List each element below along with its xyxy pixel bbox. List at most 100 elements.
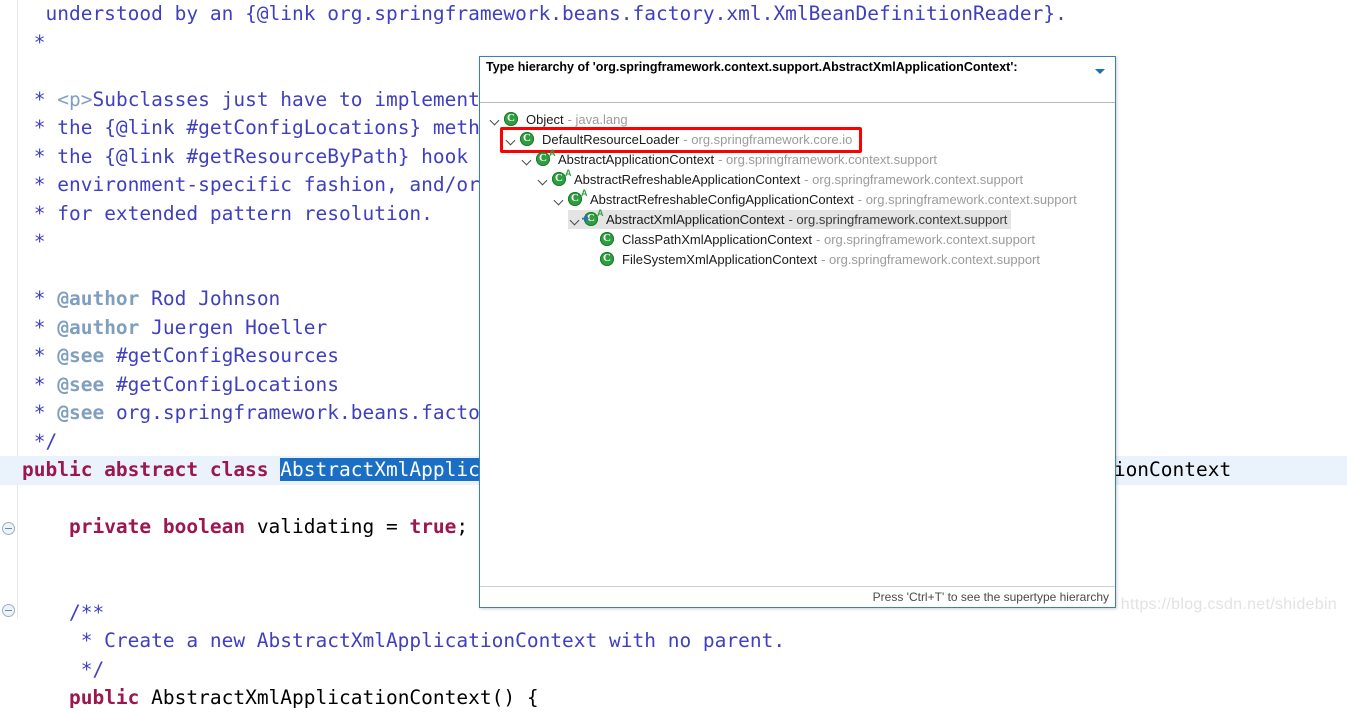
hierarchy-type-package: - org.springframework.context.support	[816, 231, 1035, 247]
hierarchy-type-package: - org.springframework.context.support	[857, 191, 1077, 207]
popup-status-bar: Press 'Ctrl+T' to see the supertype hier…	[480, 586, 1115, 607]
code-token: ;	[456, 515, 469, 538]
code-line[interactable]: *	[0, 29, 1347, 58]
hierarchy-tree-row[interactable]: C A AbstractRefreshableConfigApplicationCo…	[480, 188, 1115, 209]
abstract-marker-icon: A	[565, 168, 572, 178]
java-class-icon: C	[519, 131, 535, 147]
hierarchy-tree-row[interactable]: C FileSystemXmlApplicationContext - org.sp…	[480, 249, 1115, 269]
hierarchy-type-name: Object	[526, 111, 564, 127]
chevron-down-icon[interactable]	[568, 210, 583, 229]
code-token: */	[80, 657, 105, 681]
hierarchy-tree-row[interactable]: C A AbstractRefreshableApplicationContext -…	[480, 168, 1115, 189]
class-icon-letter: C	[507, 112, 515, 124]
hierarchy-type-package: - java.lang	[567, 111, 628, 127]
hierarchy-type-package: - org.springframework.context.support	[821, 251, 1041, 267]
hierarchy-type-name: AbstractRefreshableConfigApplicationCont…	[590, 191, 854, 207]
code-token: @author	[57, 315, 140, 339]
code-token: *	[33, 372, 58, 396]
hierarchy-row-content[interactable]: C Object - java.lang	[488, 110, 632, 129]
code-token: *	[33, 344, 58, 367]
abstract-marker-icon: A	[597, 208, 604, 218]
code-token: validating	[256, 515, 375, 538]
hierarchy-type-name: AbstractRefreshableApplicationContext	[574, 171, 801, 187]
code-token: #getConfigResources	[104, 344, 340, 367]
code-token: * for extended pattern resolution.	[33, 201, 433, 225]
class-icon-letter: C	[603, 232, 611, 244]
hierarchy-tree-row[interactable]: C ClassPathXmlApplicationContext - org.spr…	[480, 229, 1115, 249]
code-token: * Create a new AbstractXmlApplicationCon…	[80, 629, 786, 652]
code-token: *	[33, 87, 58, 111]
code-token: @see	[57, 372, 105, 396]
code-token: */	[33, 429, 58, 453]
code-token: public abstract class	[22, 458, 281, 481]
java-abstract-class-override-icon: CA	[583, 208, 604, 227]
code-line[interactable]: understood by an {@link org.springframew…	[0, 0, 1347, 29]
hierarchy-tree-row[interactable]: C Object - java.lang	[480, 109, 1115, 129]
code-token: private boolean	[68, 515, 257, 538]
hierarchy-tree[interactable]: C Object - java.lang C DefaultResourceLoader…	[480, 103, 1115, 603]
code-token: Juergen Hoeller	[139, 315, 328, 339]
java-class-icon: C	[599, 251, 615, 267]
chevron-down-icon[interactable]	[520, 150, 535, 169]
code-token: AbstractXmlApplicationContext() {	[151, 686, 539, 709]
java-abstract-class-icon: CA	[551, 168, 572, 187]
code-token: @see	[57, 344, 105, 367]
watermark: https://blog.csdn.net/shidebin	[1120, 596, 1337, 613]
class-icon-letter: C	[523, 132, 531, 144]
code-token: *	[33, 315, 58, 339]
hierarchy-filter-input[interactable]	[482, 80, 1102, 100]
hierarchy-type-name: ClassPathXmlApplicationContext	[622, 231, 813, 247]
abstract-marker-icon: A	[549, 148, 556, 158]
hierarchy-type-name: AbstractApplicationContext	[558, 151, 715, 167]
chevron-down-icon[interactable]	[552, 190, 567, 209]
chevron-down-icon[interactable]	[1095, 69, 1105, 74]
hierarchy-row-content[interactable]: C ClassPathXmlApplicationContext - org.spr…	[584, 230, 1039, 249]
code-token: *	[33, 30, 46, 54]
abstract-marker-icon: A	[581, 188, 588, 198]
java-class-icon: C	[599, 231, 615, 247]
hierarchy-type-name: AbstractXmlApplicationContext	[606, 211, 785, 227]
hierarchy-row-content[interactable]: C A AbstractRefreshableApplicationContext -…	[536, 168, 1027, 189]
code-token: true	[409, 515, 457, 538]
class-icon-letter: C	[603, 252, 611, 264]
popup-title: Type hierarchy of 'org.springframework.c…	[486, 60, 1018, 74]
hierarchy-type-package: - org.springframework.context.support	[804, 171, 1024, 187]
chevron-down-icon[interactable]	[536, 170, 551, 189]
code-token: *	[33, 401, 58, 424]
java-abstract-class-icon: CA	[535, 148, 556, 167]
hierarchy-row-content[interactable]: C A AbstractRefreshableConfigApplicationCo…	[552, 188, 1081, 209]
code-token: =	[374, 515, 410, 538]
hierarchy-type-package: - org.springframework.context.support	[718, 151, 938, 167]
code-token: #getConfigLocations	[104, 372, 340, 396]
code-token: @author	[57, 287, 140, 310]
hierarchy-type-package: - org.springframework.core.io	[683, 131, 853, 147]
hierarchy-tree-row[interactable]: C DefaultResourceLoader - org.springframew…	[480, 129, 1115, 149]
hierarchy-type-name: DefaultResourceLoader	[542, 131, 680, 147]
chevron-down-icon[interactable]	[504, 130, 519, 149]
code-line[interactable]: public AbstractXmlApplicationContext() {	[0, 684, 1347, 713]
code-line[interactable]: * Create a new AbstractXmlApplicationCon…	[0, 627, 1347, 656]
hierarchy-tree-row[interactable]: C A AbstractApplicationContext - org.spring…	[480, 148, 1115, 169]
code-token: public	[68, 686, 152, 709]
code-token: *	[33, 287, 58, 310]
code-token: Rod Johnson	[139, 287, 281, 310]
hierarchy-row-content[interactable]: C DefaultResourceLoader - org.springframew…	[504, 130, 856, 149]
java-abstract-class-icon: CA	[567, 188, 588, 207]
code-line[interactable]: */	[0, 656, 1347, 685]
code-token: @see	[57, 401, 105, 424]
code-token: understood by an {@link org.springframew…	[45, 2, 1067, 25]
hierarchy-row-content[interactable]: C A AbstractXmlApplicationContext - org.spr…	[568, 208, 1012, 229]
hierarchy-row-content[interactable]: C FileSystemXmlApplicationContext - org.sp…	[584, 250, 1044, 269]
hierarchy-type-package: - org.springframework.context.support	[788, 211, 1008, 227]
type-hierarchy-popup[interactable]: Type hierarchy of 'org.springframework.c…	[479, 56, 1116, 608]
chevron-down-icon[interactable]	[488, 110, 503, 129]
popup-titlebar: Type hierarchy of 'org.springframework.c…	[480, 57, 1115, 79]
hierarchy-row-content[interactable]: C A AbstractApplicationContext - org.spring…	[520, 148, 941, 169]
code-token: <p>	[57, 87, 93, 111]
hierarchy-tree-row[interactable]: C A AbstractXmlApplicationContext - org.spr…	[480, 208, 1115, 229]
code-token: *	[33, 230, 46, 253]
java-class-icon: C	[503, 111, 519, 127]
code-token: /**	[68, 600, 105, 624]
